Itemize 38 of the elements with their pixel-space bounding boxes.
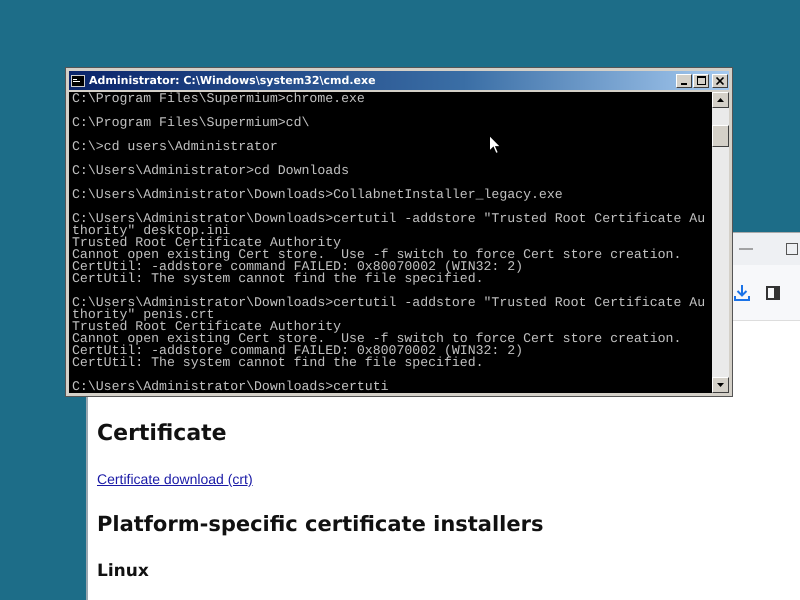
console-line: CertUtil: -addstore command FAILED: 0x80070002 (WIN32: 2) [72, 345, 524, 357]
console-line: C:\Program Files\Supermium>chrome.exe [72, 93, 365, 105]
console-line: C:\Users\Administrator\Downloads>certuti [72, 381, 389, 393]
sidebar-icon[interactable] [766, 286, 780, 300]
console-line: C:\Users\Administrator\Downloads>CollabnetInstaller_legacy.exe [72, 189, 563, 201]
close-button[interactable] [712, 74, 728, 88]
console-line: C:\Users\Administrator>cd Downloads [72, 165, 349, 177]
page-heading: Certificate [97, 420, 227, 448]
maximize-button[interactable] [693, 74, 709, 88]
console-line: C:\>cd users\Administrator [72, 141, 278, 153]
console-line: Cannot open existing Cert store. Use -f switch to force Cert store creation. [72, 249, 682, 261]
console-line: C:\Users\Administrator\Downloads>certutil -addstore "Trusted Root Certificate Au [72, 297, 706, 309]
console-line: Trusted Root Certificate Authority [72, 237, 342, 249]
subsection-heading: Linux [97, 560, 149, 582]
console-line: Trusted Root Certificate Authority [72, 321, 342, 333]
window-title: Administrator: C:\Windows\system32\cmd.exe [89, 74, 377, 87]
console-line: thority" penis.crt [72, 309, 214, 321]
scroll-down-icon[interactable] [717, 383, 724, 387]
certificate-download-link[interactable]: Certificate download (crt) [97, 470, 253, 488]
console-line: Cannot open existing Cert store. Use -f switch to force Cert store creation. [72, 333, 682, 345]
console-line: CertUtil: -addstore command FAILED: 0x80070002 (WIN32: 2) [72, 261, 524, 273]
console-line: C:\Users\Administrator\Downloads>certutil -addstore "Trusted Root Certificate Au [72, 213, 706, 225]
console-icon [71, 74, 85, 86]
close-icon[interactable] [716, 76, 724, 84]
console-line: CertUtil: The system cannot find the file specified. [72, 273, 484, 285]
maximize-icon[interactable] [786, 243, 798, 255]
section-heading: Platform-specific certificate installers [97, 511, 544, 538]
minimize-button[interactable] [676, 74, 692, 88]
minimize-icon[interactable] [739, 248, 753, 250]
console-line: CertUtil: The system cannot find the file specified. [72, 357, 484, 369]
console-line: C:\Program Files\Supermium>cd\ [72, 117, 310, 129]
scrollbar[interactable] [712, 92, 729, 393]
mouse-pointer-icon [489, 135, 501, 154]
console-line: thority" desktop.ini [72, 225, 230, 237]
download-icon[interactable] [734, 284, 750, 301]
scroll-up-icon[interactable] [717, 98, 724, 102]
maximize-icon[interactable] [696, 76, 706, 85]
scroll-thumb[interactable] [712, 125, 729, 147]
